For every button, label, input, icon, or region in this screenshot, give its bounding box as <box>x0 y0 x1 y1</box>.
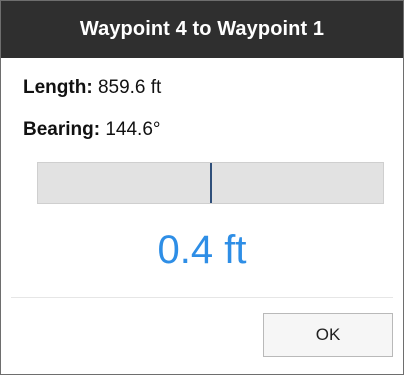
length-label: Length: <box>23 77 93 98</box>
bearing-row: Bearing: 144.6° <box>23 119 161 141</box>
measurement-dialog: Waypoint 4 to Waypoint 1 Length: 859.6 f… <box>0 0 404 375</box>
divider <box>11 297 393 298</box>
dialog-title: Waypoint 4 to Waypoint 1 <box>1 1 403 58</box>
offset-readout: 0.4 ft <box>157 228 247 272</box>
bearing-label: Bearing: <box>23 119 101 140</box>
ok-button[interactable]: OK <box>263 313 393 357</box>
bearing-value: 144.6° <box>105 119 161 140</box>
length-row: Length: 859.6 ft <box>23 77 161 99</box>
slider-marker[interactable] <box>209 163 212 203</box>
length-value: 859.6 ft <box>97 77 162 98</box>
offset-slider[interactable] <box>37 162 384 204</box>
